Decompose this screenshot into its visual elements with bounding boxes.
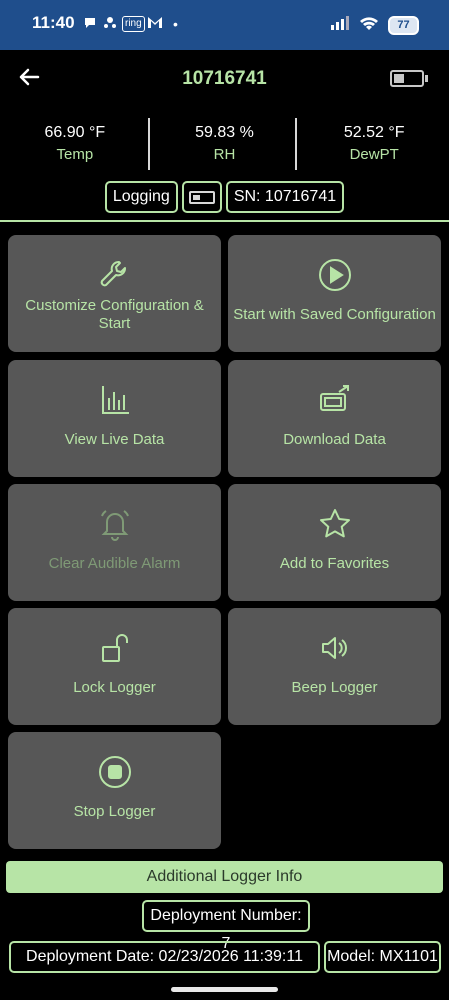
additional-logger-info-button[interactable]: Additional Logger Info <box>6 861 443 893</box>
bar-chart-icon <box>8 382 221 418</box>
play-circle-icon <box>228 257 441 293</box>
tile-label: Add to Favorites <box>279 555 390 572</box>
view-live-data-button[interactable]: View Live Data <box>8 360 221 477</box>
deployment-date: Deployment Date: 02/23/2026 11:39:11 <box>9 941 320 973</box>
reading-label: DewPT <box>349 146 399 163</box>
tile-label: Customize Configuration & Start <box>25 297 204 332</box>
chat-icon <box>82 15 98 36</box>
add-to-favorites-button[interactable]: Add to Favorites <box>228 484 441 601</box>
wrench-icon <box>8 257 221 293</box>
reading-value: 59.83 % <box>195 124 254 141</box>
tile-label: View Live Data <box>64 431 165 448</box>
beep-logger-button[interactable]: Beep Logger <box>228 608 441 725</box>
lock-logger-button[interactable]: Lock Logger <box>8 608 221 725</box>
download-device-icon <box>228 382 441 418</box>
tile-label: Start with Saved Configuration <box>233 306 436 323</box>
deployment-number: Deployment Number: 7 <box>142 900 310 952</box>
reading-value: 66.90 °F <box>44 124 106 141</box>
clear-audible-alarm-button[interactable]: Clear Audible Alarm <box>8 484 221 601</box>
logger-battery-icon <box>390 70 428 87</box>
battery-badge <box>181 181 222 213</box>
battery-icon <box>188 190 215 204</box>
wifi-icon <box>359 15 379 36</box>
signal-icon <box>330 15 350 36</box>
star-icon <box>228 506 441 542</box>
tile-label: Beep Logger <box>291 679 378 696</box>
serial-number-badge: SN: 10716741 <box>225 181 345 213</box>
header-divider <box>0 220 449 222</box>
divider <box>295 118 297 170</box>
phone-battery-indicator: 77 <box>388 16 419 35</box>
unlock-icon <box>8 630 221 666</box>
home-indicator[interactable] <box>171 987 278 992</box>
reading-temp: 66.90 °F Temp <box>0 118 150 170</box>
model: Model: MX1101 <box>324 941 441 973</box>
notification-dot: • <box>173 16 178 32</box>
ring-app-icon: ring <box>122 16 145 32</box>
clock: 11:40 <box>32 13 75 32</box>
page-title: 10716741 <box>182 68 267 89</box>
stop-circle-icon <box>8 754 221 790</box>
app-bar: 10716741 <box>0 50 449 108</box>
stop-logger-button[interactable]: Stop Logger <box>8 732 221 849</box>
gmail-icon <box>147 15 163 34</box>
yelp-icon <box>103 15 117 36</box>
tile-label: Stop Logger <box>73 803 156 820</box>
tile-label: Download Data <box>283 431 386 448</box>
logging-status-badge: Logging <box>104 181 178 213</box>
reading-dewpt: 52.52 °F DewPT <box>299 118 449 170</box>
start-saved-configuration-button[interactable]: Start with Saved Configuration <box>228 235 441 352</box>
reading-label: RH <box>213 146 236 163</box>
reading-label: Temp <box>56 146 94 163</box>
tile-label: Clear Audible Alarm <box>48 555 181 572</box>
download-data-button[interactable]: Download Data <box>228 360 441 477</box>
system-status-bar: 11:40 ring • 77 <box>0 0 449 50</box>
speaker-icon <box>228 630 441 666</box>
status-chips: Logging SN: 10716741 <box>0 181 449 214</box>
tile-label: Lock Logger <box>73 679 156 696</box>
sensor-readings: 66.90 °F Temp 59.83 % RH 52.52 °F DewPT <box>0 118 449 170</box>
reading-value: 52.52 °F <box>343 124 405 141</box>
system-indicators: 77 <box>330 15 419 36</box>
bell-icon <box>8 506 221 542</box>
reading-rh: 59.83 % RH <box>150 118 300 170</box>
divider <box>148 118 150 170</box>
customize-configuration-button[interactable]: Customize Configuration & Start <box>8 235 221 352</box>
